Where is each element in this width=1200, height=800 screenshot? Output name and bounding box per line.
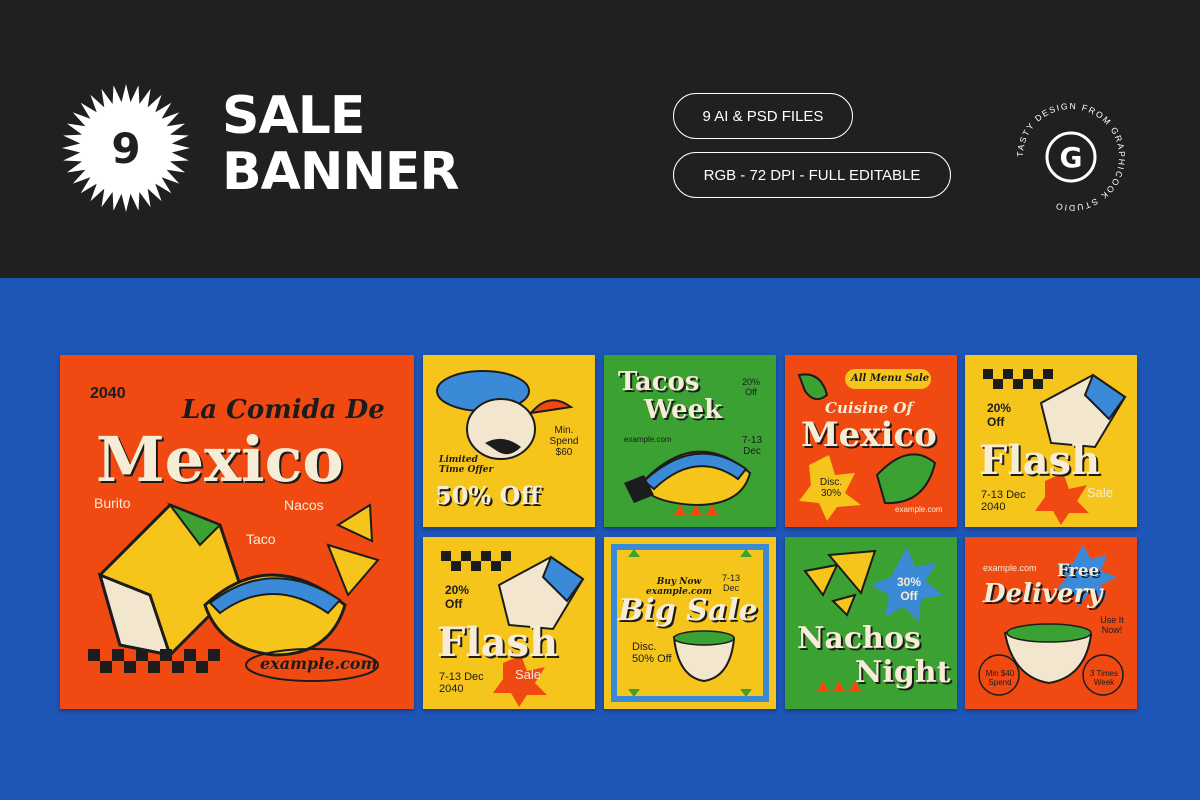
card-flash-sale-top: 20% Off Flash Sale 7-13 Dec 2040 xyxy=(965,355,1137,527)
card-cuisine-of-mexico: All Menu Sale Cuisine Of Mexico Disc. 30… xyxy=(785,355,957,527)
mexico-title: Mexico xyxy=(801,415,937,455)
website-text: example.com xyxy=(260,654,378,673)
tacos-title: Tacos xyxy=(618,367,700,397)
date-text: 7-13 Dec 2040 xyxy=(981,489,1026,513)
card-free-delivery: example.com Free Delivery Use It Now! Mi… xyxy=(965,537,1137,709)
subtitle-text: La Comida De xyxy=(182,395,385,425)
week-title: Week xyxy=(644,395,723,425)
date-text: 7-13 Dec xyxy=(721,573,740,593)
date-text: 7-13 Dec xyxy=(741,435,762,457)
file-info-pill: 9 AI & PSD FILES xyxy=(673,93,853,139)
disc-text: Disc. 30% xyxy=(819,477,843,499)
mexico-title: Mexico xyxy=(96,423,344,496)
night-title: Night xyxy=(855,655,951,690)
free-title: Free xyxy=(1057,561,1100,581)
discount-text: 50% Off xyxy=(435,481,541,510)
sale-text: Sale xyxy=(515,667,542,682)
studio-logo-letter: G xyxy=(1060,141,1083,174)
limited-offer-text: Limited Time Offer xyxy=(439,455,494,475)
percent-badge: 20% Off xyxy=(741,377,760,397)
studio-logo-icon: TASTY DESIGN FROM GRAPHICOOK STUDIO G xyxy=(1015,101,1126,213)
percent-badge: 30% Off xyxy=(896,575,922,603)
studio-badge: TASTY DESIGN FROM GRAPHICOOK STUDIO G xyxy=(1010,96,1132,218)
header-bar: 9 SALE BANNER 9 AI & PSD FILES RGB - 72 … xyxy=(0,0,1200,278)
nachos-title: Nachos xyxy=(797,621,921,656)
flash-title: Flash xyxy=(979,437,1101,484)
percent-text: 20% Off xyxy=(445,583,470,611)
page-title: SALE BANNER xyxy=(222,86,459,202)
disc-text: Disc. 50% Off xyxy=(632,641,672,665)
use-it-text: Use It Now! xyxy=(1100,615,1124,635)
label-nacos: Nacos xyxy=(284,497,324,513)
card-big-sale: Buy Now example.com 7-13 Dec Big Sale Di… xyxy=(604,537,776,709)
year-text: 2040 xyxy=(90,385,126,402)
delivery-title: Delivery xyxy=(983,579,1103,609)
title-line-1: SALE xyxy=(222,86,365,146)
title-line-2: BANNER xyxy=(222,142,459,202)
card-50-off: Min. Spend $60 Limited Time Offer 50% Of… xyxy=(423,355,595,527)
big-sale-title: Big Sale xyxy=(618,593,758,628)
spec-info-pill: RGB - 72 DPI - FULL EDITABLE xyxy=(673,152,951,198)
all-menu-tag: All Menu Sale xyxy=(851,373,930,384)
card-nachos-night: 30% Off Nachos Night xyxy=(785,537,957,709)
card-la-comida-de-mexico: 2040 La Comida De Mexico Burito Nacos Ta… xyxy=(60,355,414,709)
card-tacos-week: Tacos Week 20% Off 7-13 Dec example.com xyxy=(604,355,776,527)
date-text: 7-13 Dec 2040 xyxy=(439,671,484,695)
card-flash-sale-bottom: 20% Off Flash Sale 7-13 Dec 2040 xyxy=(423,537,595,709)
percent-text: 20% Off xyxy=(987,401,1012,429)
min-spend-text: Min $40 Spend xyxy=(985,669,1015,687)
min-spend-text: Min. Spend $60 xyxy=(549,425,579,458)
sale-text: Sale xyxy=(1087,485,1114,500)
times-text: 3 Times Week xyxy=(1089,669,1118,687)
label-taco: Taco xyxy=(246,531,276,547)
label-burito: Burito xyxy=(94,495,131,511)
count-number: 9 xyxy=(111,123,141,173)
website-text: example.com xyxy=(895,505,943,514)
website-text: example.com xyxy=(983,563,1037,573)
website-text: example.com xyxy=(624,435,672,444)
flash-title: Flash xyxy=(437,619,559,666)
starburst-badge: 9 xyxy=(60,82,192,214)
